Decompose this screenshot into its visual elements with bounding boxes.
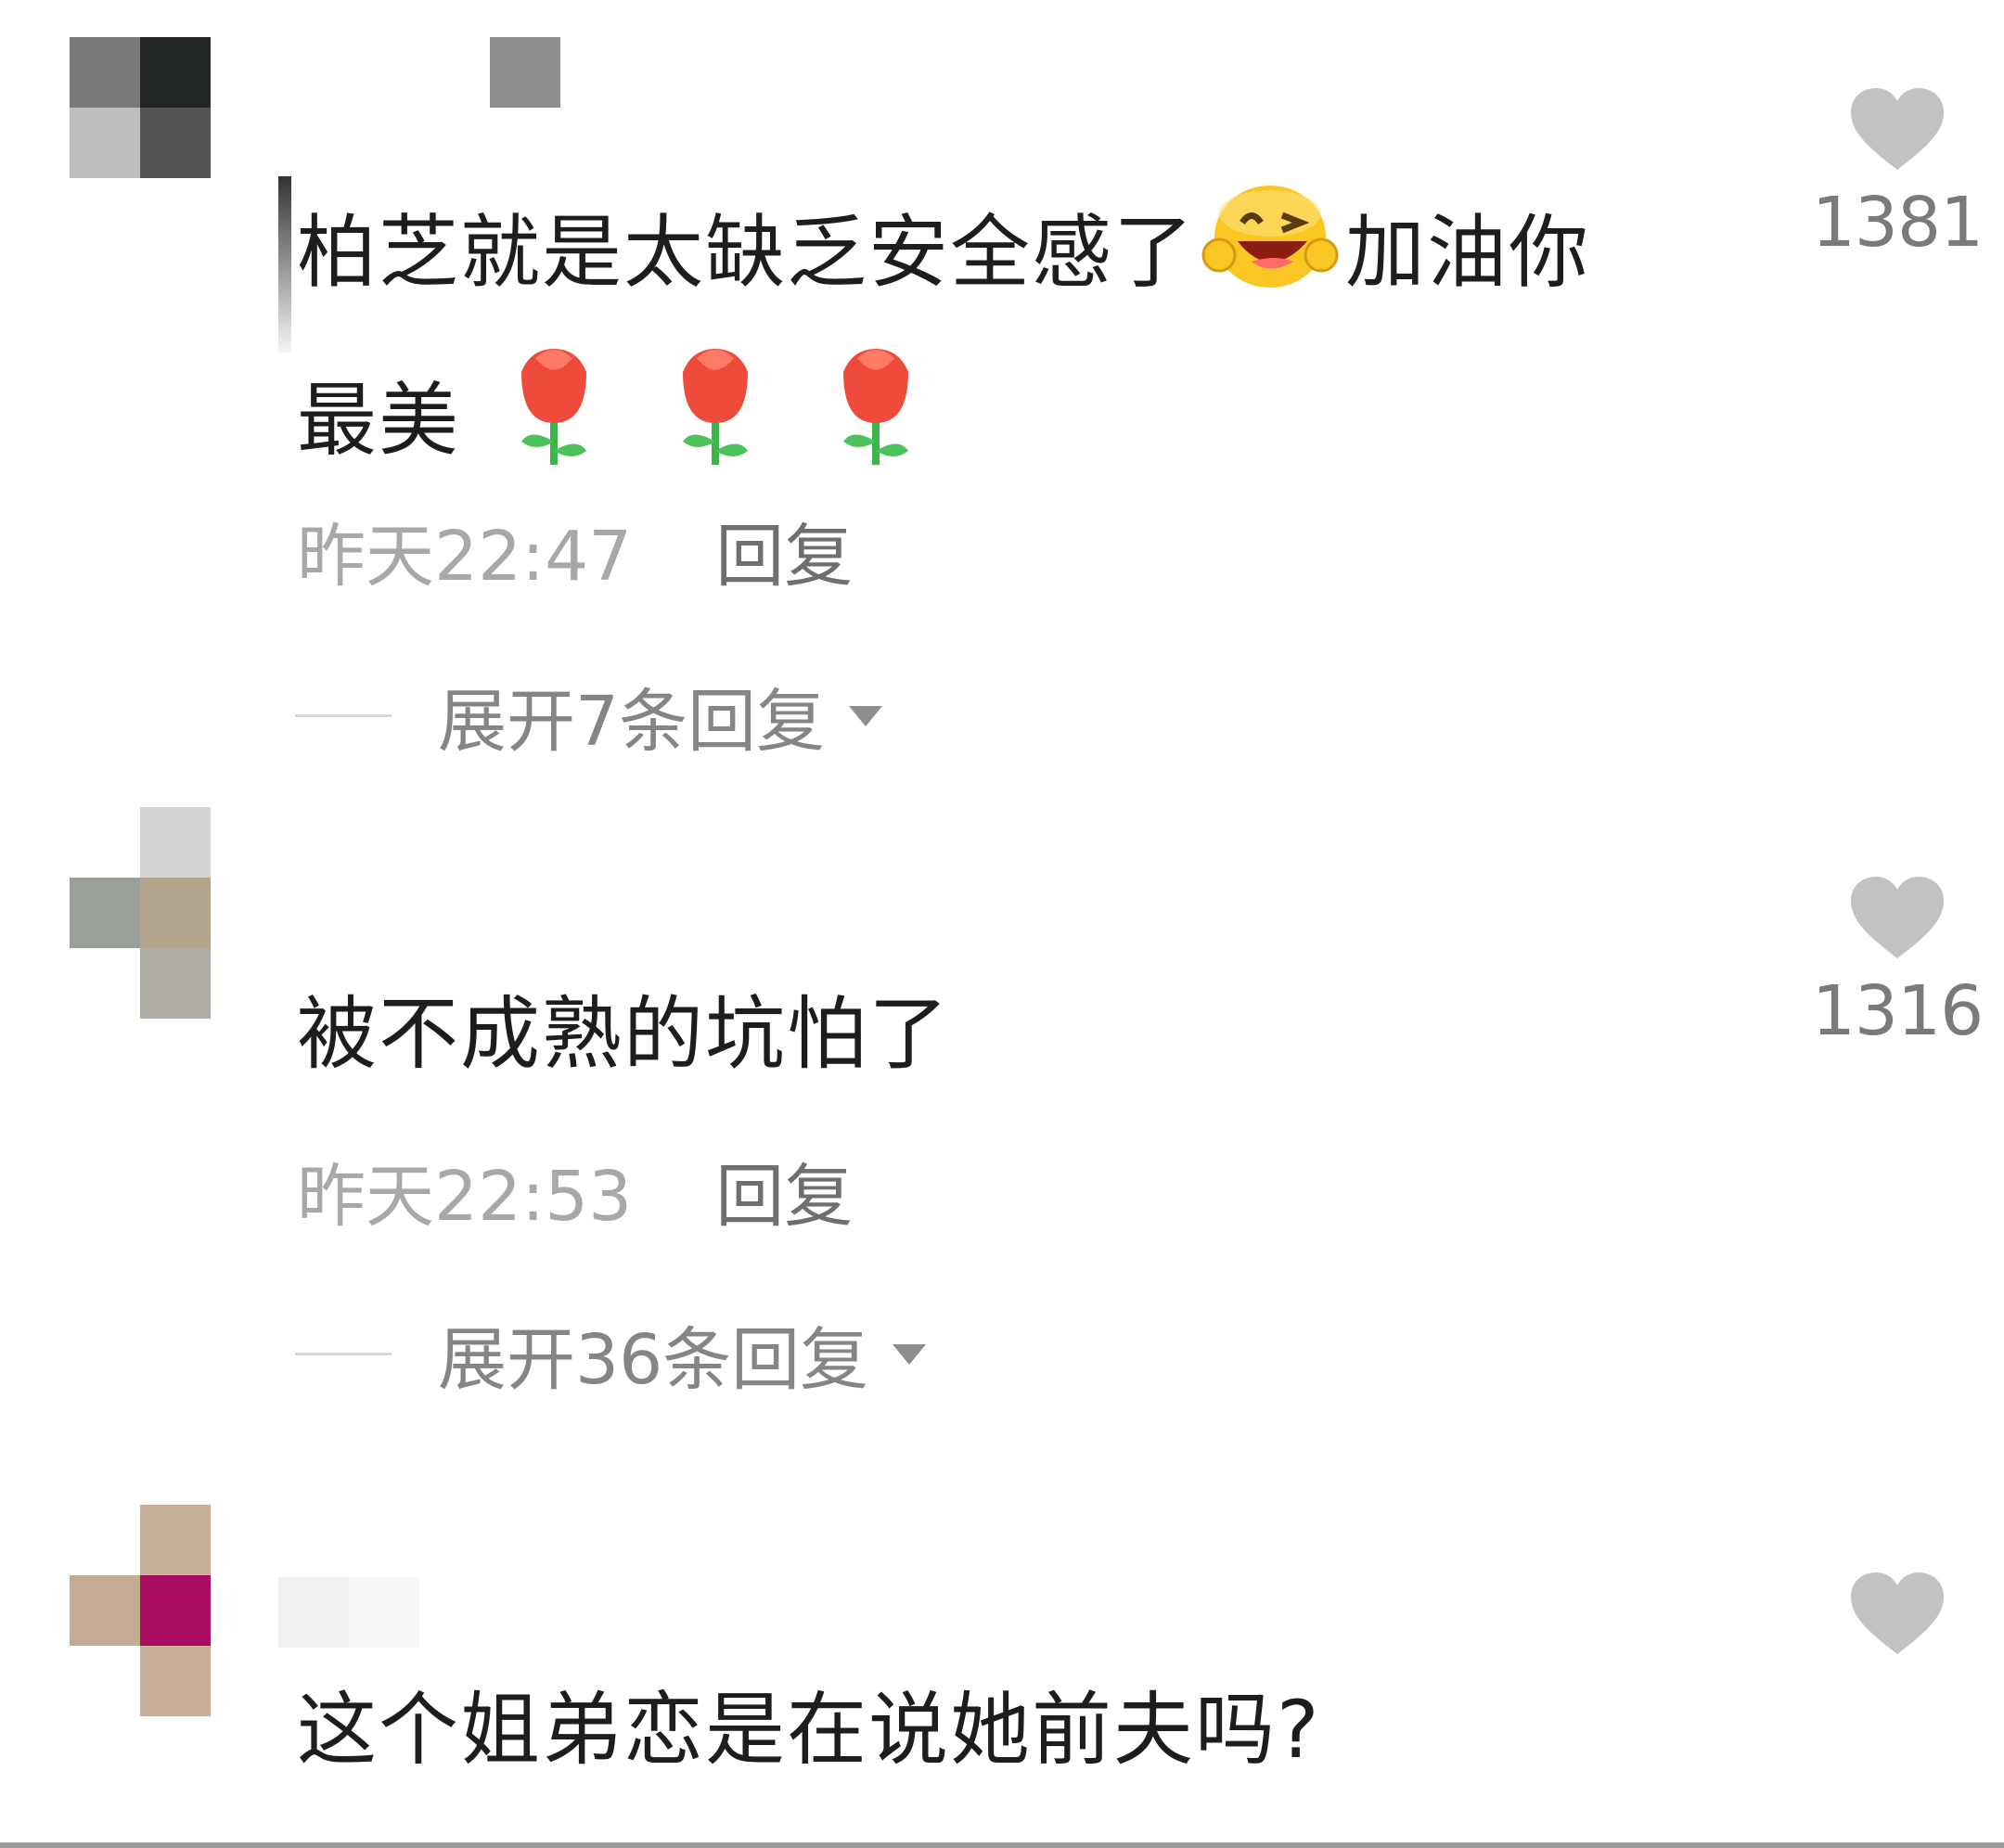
avatar-pixel [70, 1575, 140, 1646]
avatar[interactable] [70, 807, 211, 1019]
avatar-pixel [140, 878, 211, 948]
like-count: 1316 [1811, 971, 1984, 1051]
rose-emoji-icon [507, 340, 600, 512]
comment-text: 被不成熟的坑怕了 [297, 988, 950, 1081]
comment-time: 昨天22:47 [297, 517, 633, 597]
divider [295, 1353, 392, 1355]
comment-text: 这个姐弟恋是在说她前夫吗? [297, 1684, 1321, 1777]
avatar[interactable] [70, 37, 211, 178]
caret-down-icon [849, 705, 883, 726]
expand-replies-label: 展开7条回复 [438, 682, 826, 762]
caret-down-icon [893, 1343, 927, 1365]
username-blurred[interactable] [278, 1577, 419, 1648]
like-button[interactable] [1809, 1572, 1985, 1656]
comment-text-part: 加油你 [1345, 206, 1590, 300]
avatar-pixel [140, 108, 211, 178]
avatar-pixel [140, 1505, 211, 1575]
avatar-pixel [70, 878, 140, 948]
avatar-pixel [140, 807, 211, 878]
username-pixel [349, 1577, 419, 1648]
avatar-pixel [140, 1646, 211, 1716]
like-count: 1381 [1811, 183, 1984, 263]
username-pixel [490, 37, 560, 108]
rose-emoji-icon [669, 340, 762, 512]
reply-button[interactable]: 回复 [715, 517, 853, 597]
username-blurred[interactable] [490, 37, 560, 108]
heart-icon [1851, 877, 1944, 958]
like-button[interactable]: 1316 [1809, 877, 1985, 1051]
divider [295, 714, 392, 717]
expand-replies-button[interactable]: 展开7条回复 [295, 666, 883, 765]
grinning-wink-emoji-icon [1201, 176, 1340, 340]
username-pixel [278, 1577, 349, 1648]
avatar-pixel [140, 948, 211, 1019]
text-cursor-bar [278, 176, 291, 353]
expand-replies-label: 展开36条回复 [438, 1320, 869, 1400]
comment-text-part: 最美 [297, 374, 460, 468]
comment-time: 昨天22:53 [297, 1157, 633, 1237]
reply-button[interactable]: 回复 [715, 1157, 853, 1237]
comment-meta: 昨天22:47 回复 [297, 501, 853, 600]
like-button[interactable]: 1381 [1809, 88, 1985, 263]
expand-replies-button[interactable]: 展开36条回复 [295, 1304, 927, 1404]
comment-text-part: 柏芝就是太缺乏安全感了 [297, 206, 1195, 300]
bottom-border [0, 1842, 2004, 1848]
avatar-pixel [140, 37, 211, 108]
comment-meta: 昨天22:53 回复 [297, 1141, 853, 1240]
avatar[interactable] [70, 1505, 211, 1716]
avatar-pixel [140, 1575, 211, 1646]
heart-icon [1851, 1572, 1944, 1654]
heart-icon [1851, 88, 1944, 170]
avatar-pixel [70, 108, 140, 178]
comment-text: 柏芝就是太缺乏安全感了 加油你 最美 [297, 176, 1744, 512]
rose-emoji-icon [829, 340, 922, 512]
avatar-pixel [70, 37, 140, 108]
